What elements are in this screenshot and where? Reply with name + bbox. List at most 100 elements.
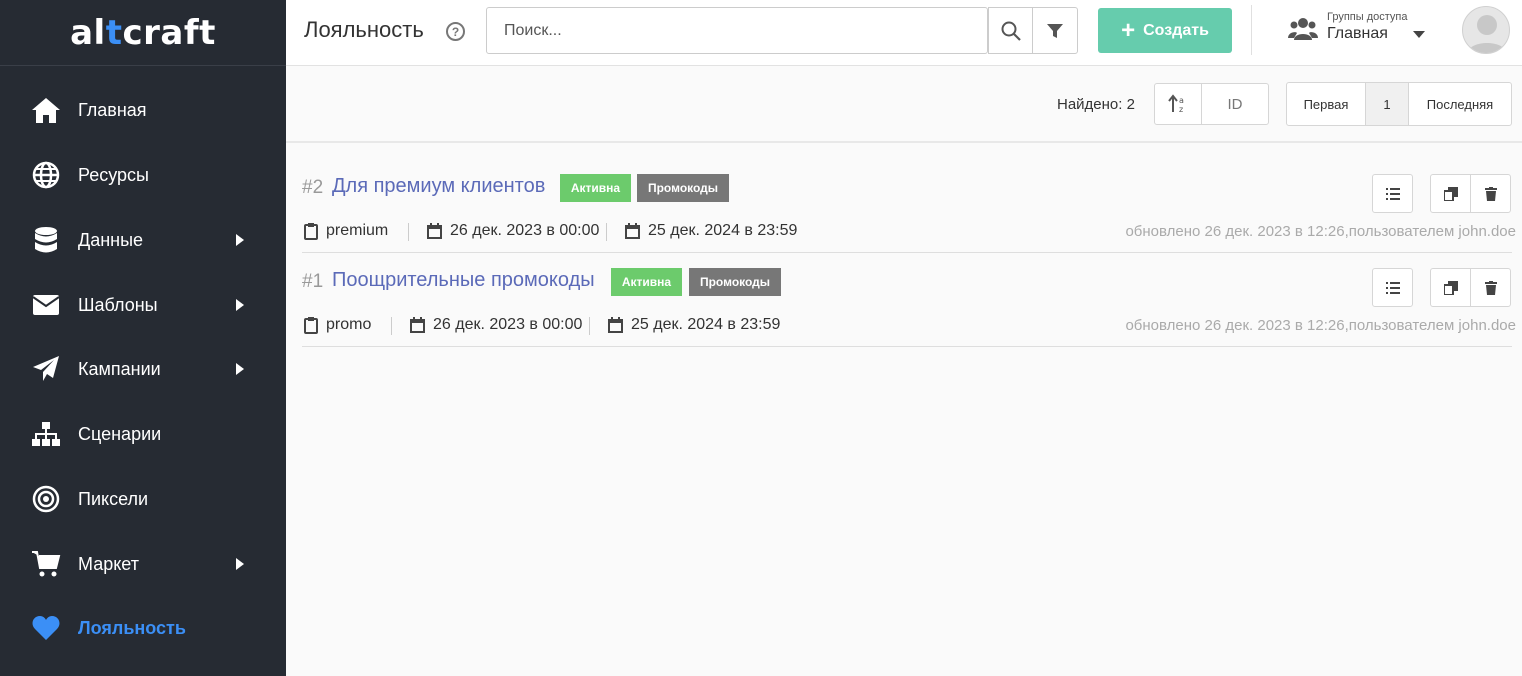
- divider: [391, 317, 392, 335]
- delete-button[interactable]: [1470, 174, 1511, 213]
- sidebar-item-scenarios[interactable]: Сценарии: [0, 402, 286, 466]
- svg-text:z: z: [1179, 105, 1183, 114]
- item-start-date: 26 дек. 2023 в 00:00: [427, 222, 599, 240]
- list-item: #1 Поощрительные промокоды Активна Промо…: [302, 253, 1516, 347]
- globe-icon: [30, 159, 62, 191]
- create-label: Создать: [1143, 21, 1209, 39]
- status-badge: Активна: [560, 174, 631, 202]
- envelope-icon: [30, 289, 62, 321]
- avatar[interactable]: [1462, 6, 1510, 54]
- pager-first-button[interactable]: Первая: [1286, 82, 1366, 126]
- details-button[interactable]: [1372, 268, 1413, 307]
- access-group-caption: Группы доступа: [1327, 11, 1408, 23]
- search-box: [486, 7, 988, 54]
- delete-button[interactable]: [1470, 268, 1511, 307]
- item-end-date: 25 дек. 2024 в 23:59: [625, 222, 797, 240]
- item-end-date: 25 дек. 2024 в 23:59: [608, 316, 780, 334]
- item-title-link[interactable]: Поощрительные промокоды: [332, 269, 595, 292]
- brand-logo[interactable]: altcraft: [0, 0, 286, 66]
- sidebar-item-campaigns[interactable]: Кампании: [0, 337, 286, 401]
- sidebar: altcraft Главная Ресурсы Данные Шаблоны …: [0, 0, 286, 676]
- item-end-date-text: 25 дек. 2024 в 23:59: [631, 316, 781, 333]
- search-icon: [1001, 21, 1021, 41]
- paper-plane-icon: [30, 353, 62, 385]
- chevron-right-icon: [236, 299, 244, 311]
- found-count: Найдено: 2: [1057, 96, 1135, 113]
- database-icon: [30, 224, 62, 256]
- item-id: #2: [302, 177, 324, 198]
- item-code-text: premium: [326, 222, 389, 239]
- type-badge: Промокоды: [637, 174, 729, 202]
- item-updated-info: обновлено 26 дек. 2023 в 12:26,пользоват…: [1125, 317, 1516, 334]
- caret-down-icon[interactable]: [1413, 31, 1425, 38]
- sidebar-item-loyalty[interactable]: Лояльность: [0, 596, 286, 660]
- divider: [606, 223, 607, 241]
- sidebar-item-label: Лояльность: [78, 617, 186, 638]
- sidebar-item-label: Пиксели: [78, 488, 149, 509]
- item-start-date-text: 26 дек. 2023 в 00:00: [450, 222, 600, 239]
- divider: [589, 317, 590, 335]
- item-start-date-text: 26 дек. 2023 в 00:00: [433, 316, 583, 333]
- trash-icon: [1484, 186, 1497, 201]
- pager-last-button[interactable]: Последняя: [1408, 82, 1512, 126]
- search-button[interactable]: [988, 7, 1033, 54]
- target-icon: [30, 483, 62, 515]
- sidebar-item-pixels[interactable]: Пиксели: [0, 467, 286, 531]
- list-icon: [1385, 187, 1400, 200]
- users-icon: [1288, 16, 1318, 42]
- type-badge: Промокоды: [689, 268, 781, 296]
- sort-field-select[interactable]: ID: [1201, 83, 1269, 125]
- top-bar: Лояльность ? + Создать Группы доступа Гл…: [286, 0, 1522, 66]
- item-updated-info: обновлено 26 дек. 2023 в 12:26,пользоват…: [1125, 223, 1516, 240]
- chevron-right-icon: [236, 363, 244, 375]
- help-icon[interactable]: ?: [446, 22, 465, 41]
- calendar-icon: [625, 223, 640, 239]
- sidebar-item-templates[interactable]: Шаблоны: [0, 273, 286, 337]
- calendar-icon: [427, 223, 442, 239]
- filter-button[interactable]: [1032, 7, 1078, 54]
- plus-icon: +: [1121, 16, 1136, 44]
- copy-icon: [1443, 280, 1458, 295]
- item-code: premium: [304, 222, 388, 240]
- sidebar-item-market[interactable]: Маркет: [0, 532, 286, 596]
- list-icon: [1385, 281, 1400, 294]
- sidebar-item-resources[interactable]: Ресурсы: [0, 143, 286, 207]
- copy-button[interactable]: [1430, 268, 1471, 307]
- chevron-right-icon: [236, 234, 244, 246]
- clipboard-icon: [304, 317, 318, 334]
- pager-current-page[interactable]: 1: [1365, 82, 1409, 126]
- list-toolbar: Найдено: 2 az ID Первая 1 Последняя: [286, 67, 1522, 143]
- sidebar-item-label: Шаблоны: [78, 294, 158, 315]
- copy-button[interactable]: [1430, 174, 1471, 213]
- sidebar-item-label: Ресурсы: [78, 164, 149, 185]
- item-start-date: 26 дек. 2023 в 00:00: [410, 316, 582, 334]
- divider: [1251, 5, 1252, 55]
- sidebar-item-data[interactable]: Данные: [0, 208, 286, 272]
- svg-text:a: a: [1179, 96, 1184, 105]
- details-button[interactable]: [1372, 174, 1413, 213]
- sort-icon: az: [1168, 94, 1184, 114]
- calendar-icon: [608, 317, 623, 333]
- search-input[interactable]: [487, 8, 987, 53]
- sidebar-item-label: Сценарии: [78, 423, 162, 444]
- sidebar-item-label: Маркет: [78, 553, 139, 574]
- chevron-right-icon: [236, 558, 244, 570]
- item-end-date-text: 25 дек. 2024 в 23:59: [648, 222, 798, 239]
- calendar-icon: [410, 317, 425, 333]
- sidebar-item-home[interactable]: Главная: [0, 78, 286, 142]
- sort-direction-button[interactable]: az: [1154, 83, 1202, 125]
- item-id: #1: [302, 271, 324, 292]
- page-title: Лояльность: [304, 17, 424, 42]
- status-badge: Активна: [611, 268, 682, 296]
- divider: [408, 223, 409, 241]
- home-icon: [30, 94, 62, 126]
- item-code: promo: [304, 316, 371, 334]
- heart-icon: [30, 612, 62, 644]
- sidebar-item-label: Главная: [78, 99, 147, 120]
- list-item: #2 Для премиум клиентов Активна Промокод…: [302, 159, 1516, 253]
- access-group-select[interactable]: Главная: [1327, 25, 1388, 43]
- create-button[interactable]: + Создать: [1098, 8, 1232, 53]
- sidebar-item-label: Данные: [78, 229, 144, 250]
- copy-icon: [1443, 186, 1458, 201]
- item-title-link[interactable]: Для премиум клиентов: [332, 175, 545, 198]
